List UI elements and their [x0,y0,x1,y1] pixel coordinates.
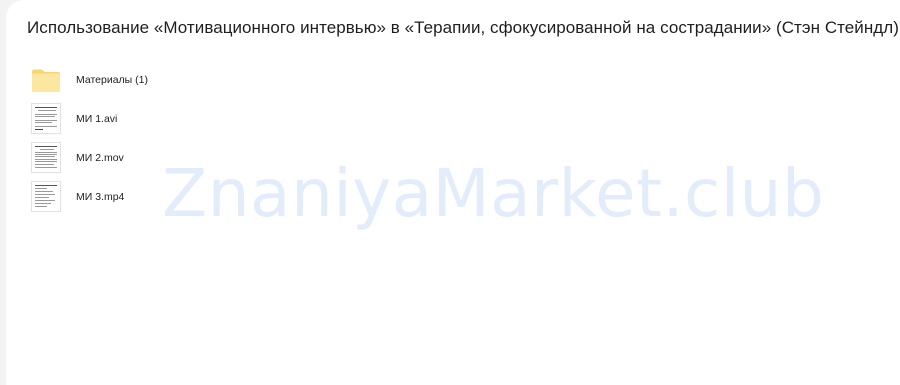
list-item-folder-materials[interactable]: Материалы (1) [30,60,430,99]
file-name: МИ 3.mp4 [76,190,125,203]
page-title: Использование «Мотивационного интервью» … [27,18,899,37]
folder-icon [30,64,62,96]
file-list: Материалы (1) МИ 1.avi МИ 2.mov МИ 3.mp4 [30,60,430,216]
file-name: МИ 2.mov [76,151,124,164]
list-item-file[interactable]: МИ 2.mov [30,138,430,177]
document-thumbnail-icon [30,181,62,213]
document-thumbnail-icon [30,142,62,174]
document-thumbnail-icon [30,103,62,135]
file-name: Материалы (1) [76,73,148,86]
list-item-file[interactable]: МИ 1.avi [30,99,430,138]
file-browser-panel: Использование «Мотивационного интервью» … [6,0,900,385]
file-name: МИ 1.avi [76,112,118,125]
list-item-file[interactable]: МИ 3.mp4 [30,177,430,216]
